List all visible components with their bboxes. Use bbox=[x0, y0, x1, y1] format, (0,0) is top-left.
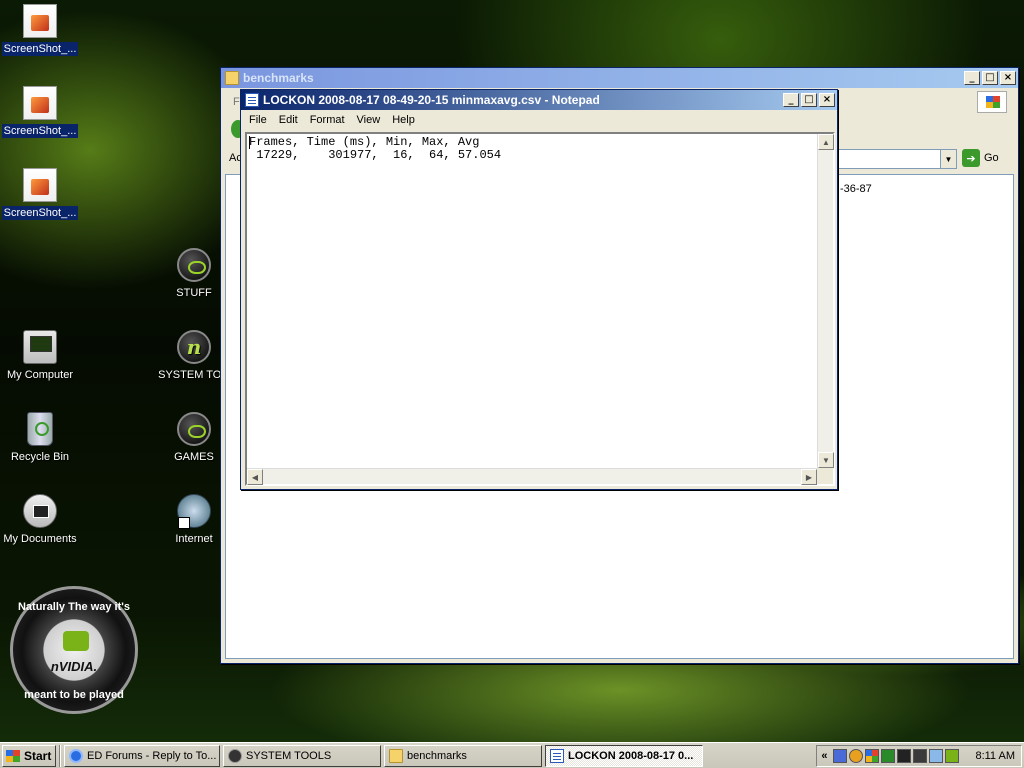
go-button[interactable]: ➔ Go bbox=[962, 149, 999, 167]
desktop-icon-my-computer[interactable]: My Computer bbox=[0, 330, 80, 382]
nvidia-n-icon bbox=[228, 748, 242, 763]
desktop-icon-label: STUFF bbox=[176, 287, 212, 299]
notepad-content[interactable]: Frames, Time (ms), Min, Max, Avg 17229, … bbox=[249, 136, 815, 466]
recycle-bin-icon bbox=[27, 412, 53, 446]
minimize-button[interactable]: _ bbox=[783, 93, 799, 107]
console-icon[interactable] bbox=[913, 748, 928, 763]
notepad-title: LOCKON 2008-08-17 08-49-20-15 minmaxavg.… bbox=[263, 93, 600, 107]
close-button[interactable]: × bbox=[1000, 71, 1016, 85]
go-arrow-icon: ➔ bbox=[962, 149, 980, 167]
text-caret bbox=[249, 136, 250, 149]
chevron-down-icon[interactable]: ▼ bbox=[940, 150, 956, 168]
badge-bottom-text: meant to be played bbox=[24, 689, 124, 701]
menu-format[interactable]: Format bbox=[304, 112, 351, 128]
status-icon[interactable] bbox=[849, 748, 864, 763]
image-file-icon bbox=[23, 4, 57, 38]
desktop-icon-label: Internet bbox=[175, 533, 213, 545]
desktop-icon-screenshot-3[interactable]: ScreenShot_... bbox=[0, 168, 80, 220]
notepad-text-area[interactable]: Frames, Time (ms), Min, Max, Avg 17229, … bbox=[245, 132, 835, 486]
system-tray: « 8:11 AM bbox=[816, 744, 1022, 767]
explorer-title: benchmarks bbox=[243, 71, 314, 85]
desktop-icon-my-documents[interactable]: My Documents bbox=[0, 494, 80, 546]
image-file-icon bbox=[23, 86, 57, 120]
scroll-up-button[interactable]: ▲ bbox=[818, 134, 834, 150]
taskbar-button-label: ED Forums - Reply to To... bbox=[87, 749, 217, 762]
image-file-icon bbox=[23, 168, 57, 202]
badge-top-text: Naturally The way it's bbox=[17, 601, 131, 613]
address-field[interactable]: ▼ bbox=[838, 149, 957, 169]
network-icon[interactable] bbox=[833, 748, 848, 763]
maximize-button[interactable]: □ bbox=[982, 71, 998, 85]
windows-update-icon[interactable] bbox=[865, 748, 880, 763]
folder-icon bbox=[225, 71, 239, 85]
nvidia-tray-icon[interactable] bbox=[945, 748, 960, 763]
start-label: Start bbox=[24, 748, 52, 763]
nvidia-folder-icon bbox=[177, 248, 211, 282]
scroll-left-button[interactable]: ◀ bbox=[247, 469, 263, 485]
security-icon[interactable] bbox=[881, 748, 896, 763]
taskbar: Start ED Forums - Reply to To... SYSTEM … bbox=[0, 742, 1024, 768]
notepad-window[interactable]: LOCKON 2008-08-17 08-49-20-15 minmaxavg.… bbox=[240, 89, 838, 490]
badge-brand-text: nVIDIA. bbox=[50, 659, 98, 674]
desktop-icon-label: My Computer bbox=[6, 369, 74, 381]
desktop-icon-recycle-bin[interactable]: Recycle Bin bbox=[0, 412, 80, 464]
taskbar-button-notepad[interactable]: LOCKON 2008-08-17 0... bbox=[545, 744, 703, 767]
menu-file[interactable]: File bbox=[243, 112, 273, 128]
notepad-icon bbox=[245, 93, 259, 107]
scroll-right-button[interactable]: ▶ bbox=[801, 469, 817, 485]
explorer-title-bar[interactable]: benchmarks _ □ × bbox=[221, 68, 1018, 88]
taskbar-button-ed-forums[interactable]: ED Forums - Reply to To... bbox=[64, 744, 220, 767]
notepad-title-bar[interactable]: LOCKON 2008-08-17 08-49-20-15 minmaxavg.… bbox=[241, 90, 837, 110]
taskbar-button-label: LOCKON 2008-08-17 0... bbox=[568, 749, 694, 762]
desktop-icon-label: GAMES bbox=[174, 451, 214, 463]
horizontal-scrollbar[interactable]: ◀ ▶ bbox=[247, 468, 817, 485]
taskbar-button-benchmarks[interactable]: benchmarks bbox=[384, 744, 542, 767]
nvidia-n-icon: n bbox=[177, 330, 211, 364]
monitor-icon[interactable] bbox=[897, 748, 912, 763]
computer-icon bbox=[23, 330, 57, 364]
start-button[interactable]: Start bbox=[2, 744, 56, 767]
desktop-icon-screenshot-2[interactable]: ScreenShot_... bbox=[0, 86, 80, 138]
notepad-menubar: File Edit Format View Help bbox=[241, 110, 837, 129]
maximize-button[interactable]: □ bbox=[801, 93, 817, 107]
file-name-fragment[interactable]: -36-87 bbox=[840, 183, 872, 195]
taskbar-separator bbox=[59, 744, 61, 767]
desktop-icon-label: ScreenShot_... bbox=[1, 124, 79, 138]
tray-expand-button[interactable]: « bbox=[821, 750, 827, 762]
nvidia-folder-icon bbox=[177, 412, 211, 446]
menu-view[interactable]: View bbox=[351, 112, 387, 128]
vertical-scrollbar[interactable]: ▲ ▼ bbox=[817, 134, 834, 468]
desktop-icon-label: My Documents bbox=[3, 533, 77, 545]
desktop-icon-label: ScreenShot_... bbox=[1, 42, 79, 56]
internet-explorer-icon bbox=[69, 748, 83, 763]
desktop-icon-label: ScreenShot_... bbox=[1, 206, 79, 220]
explorer-menu-fragment: F bbox=[233, 96, 240, 108]
resize-grip-icon[interactable] bbox=[817, 468, 833, 484]
taskbar-button-system-tools[interactable]: SYSTEM TOOLS bbox=[223, 744, 381, 767]
nvidia-badge-logo: Naturally The way it's nVIDIA. meant to … bbox=[10, 586, 138, 714]
taskbar-button-label: SYSTEM TOOLS bbox=[246, 749, 332, 762]
notepad-icon bbox=[550, 748, 564, 763]
go-label: Go bbox=[984, 152, 999, 164]
menu-edit[interactable]: Edit bbox=[273, 112, 304, 128]
desktop-icon-label: Recycle Bin bbox=[10, 451, 70, 463]
scroll-down-button[interactable]: ▼ bbox=[818, 452, 834, 468]
desktop-icon-screenshot-1[interactable]: ScreenShot_... bbox=[0, 4, 80, 56]
minimize-button[interactable]: _ bbox=[964, 71, 980, 85]
menu-help[interactable]: Help bbox=[386, 112, 421, 128]
close-button[interactable]: × bbox=[819, 93, 835, 107]
windows-flag-icon bbox=[6, 749, 20, 762]
documents-icon bbox=[23, 494, 57, 528]
internet-shortcut-icon bbox=[177, 494, 211, 529]
nvidia-eye-icon bbox=[63, 631, 89, 651]
windows-logo-icon bbox=[977, 91, 1007, 113]
taskbar-button-label: benchmarks bbox=[407, 749, 467, 762]
folder-icon bbox=[389, 748, 403, 763]
clock[interactable]: 8:11 AM bbox=[975, 750, 1015, 762]
display-icon[interactable] bbox=[929, 748, 944, 763]
